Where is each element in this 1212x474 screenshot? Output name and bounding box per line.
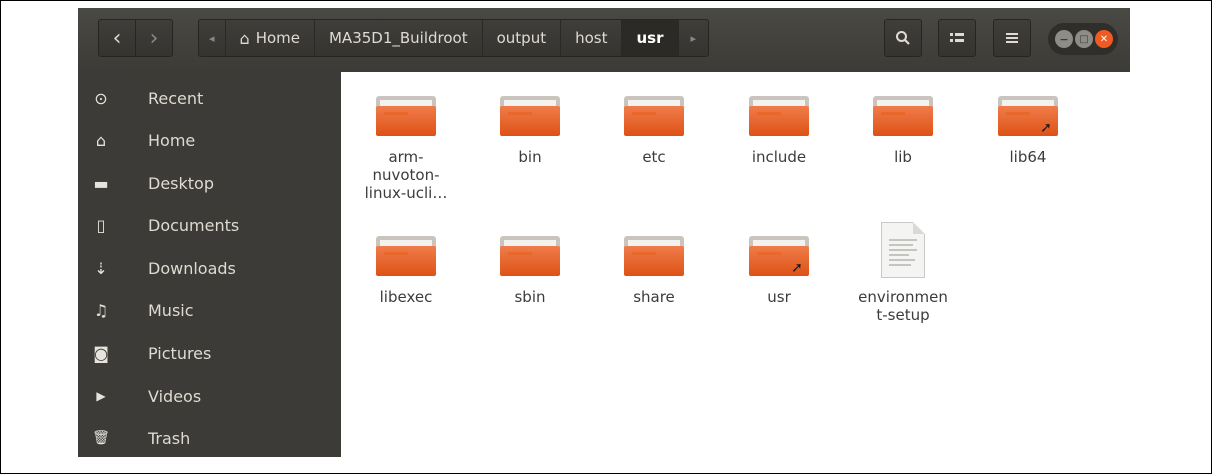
- breadcrumb-label: usr: [636, 29, 664, 47]
- maximize-icon: □: [1079, 33, 1089, 45]
- file-label: include: [751, 148, 807, 166]
- breadcrumb-right-arrow[interactable]: ▸: [679, 20, 709, 56]
- downloads-icon: ⇣: [94, 258, 108, 278]
- breadcrumb-left-arrow[interactable]: ◂: [199, 20, 226, 56]
- file-item-include[interactable]: include: [724, 96, 834, 166]
- documents-icon: ▯: [96, 215, 106, 235]
- file-item-share[interactable]: share: [599, 236, 709, 306]
- desktop-icon: ▬: [93, 173, 109, 193]
- close-button[interactable]: ✕: [1095, 30, 1113, 48]
- file-label: etc: [642, 148, 666, 166]
- sidebar-item-label: Videos: [148, 386, 202, 406]
- file-item-etc[interactable]: etc: [599, 96, 709, 166]
- breadcrumb: ◂ ⌂ Home MA35D1_Buildroot output host us…: [198, 19, 710, 57]
- folder-icon: [873, 96, 933, 136]
- breadcrumb-usr[interactable]: usr: [622, 20, 679, 56]
- file-item-sbin[interactable]: sbin: [475, 236, 585, 306]
- folder-icon: [376, 96, 436, 136]
- menu-button[interactable]: [993, 19, 1031, 57]
- back-button[interactable]: ‹: [98, 19, 136, 57]
- breadcrumb-label: host: [575, 29, 608, 47]
- folder-symlink-icon: ➚: [998, 96, 1058, 136]
- file-item-bin[interactable]: bin: [475, 96, 585, 166]
- list-view-icon: [950, 33, 964, 42]
- text-file-icon: [881, 222, 925, 278]
- breadcrumb-label: Home: [255, 29, 300, 47]
- sidebar-item-home[interactable]: ⌂ Home: [78, 119, 341, 161]
- file-item-lib[interactable]: lib: [848, 96, 958, 166]
- sidebar-item-recent[interactable]: ⊙ Recent: [78, 77, 341, 119]
- left-arrow-icon: ◂: [209, 31, 215, 45]
- maximize-button[interactable]: □: [1075, 30, 1093, 48]
- symlink-arrow-icon: ➚: [1040, 120, 1052, 136]
- videos-icon: ▶: [96, 389, 106, 403]
- sidebar-item-label: Pictures: [148, 343, 212, 363]
- sidebar-item-videos[interactable]: ▶ Videos: [78, 375, 341, 417]
- home-icon: ⌂: [95, 130, 107, 150]
- sidebar-item-label: Home: [148, 130, 196, 150]
- recent-icon: ⊙: [94, 88, 108, 108]
- view-toggle-button[interactable]: [938, 19, 976, 57]
- file-item-lib64[interactable]: ➚ lib64: [973, 96, 1083, 166]
- hamburger-menu-icon: [1006, 33, 1018, 43]
- file-item-usr[interactable]: ➚ usr: [724, 236, 834, 306]
- file-label: arm- nuvoton- linux-ucli…: [364, 148, 448, 202]
- minimize-button[interactable]: −: [1055, 30, 1073, 48]
- sidebar-item-music[interactable]: ♫ Music: [78, 289, 341, 331]
- sidebar-item-label: Recent: [148, 88, 204, 108]
- folder-icon: [624, 236, 684, 276]
- breadcrumb-label: output: [496, 29, 547, 47]
- sidebar-item-documents[interactable]: ▯ Documents: [78, 204, 341, 246]
- file-label: usr: [767, 288, 791, 306]
- symlink-arrow-icon: ➚: [791, 260, 803, 276]
- sidebar: ⊙ Recent ⌂ Home ▬ Desktop ▯ Documents ⇣ …: [78, 72, 341, 457]
- sidebar-item-pictures[interactable]: ◙ Pictures: [78, 332, 341, 374]
- search-icon: [896, 31, 910, 45]
- sidebar-item-label: Desktop: [148, 173, 214, 193]
- header-bar: ‹ › ◂ ⌂ Home MA35D1_Buildroot output hos…: [78, 8, 1130, 72]
- folder-icon: [624, 96, 684, 136]
- file-manager-window: ‹ › ◂ ⌂ Home MA35D1_Buildroot output hos…: [78, 8, 1130, 457]
- file-item-arm-nuvoton-linux[interactable]: arm- nuvoton- linux-ucli…: [351, 96, 461, 202]
- file-label: bin: [518, 148, 542, 166]
- file-label: share: [633, 288, 675, 306]
- file-item-environment-setup[interactable]: environmen t-setup: [848, 222, 958, 324]
- breadcrumb-host[interactable]: host: [561, 20, 623, 56]
- breadcrumb-home[interactable]: ⌂ Home: [226, 20, 315, 56]
- search-button[interactable]: [884, 19, 922, 57]
- forward-button[interactable]: ›: [135, 19, 173, 57]
- folder-icon: [749, 96, 809, 136]
- folder-symlink-icon: ➚: [749, 236, 809, 276]
- music-icon: ♫: [93, 300, 109, 320]
- file-label: libexec: [379, 288, 433, 306]
- file-item-libexec[interactable]: libexec: [351, 236, 461, 306]
- home-icon: ⌂: [239, 28, 250, 48]
- sidebar-item-label: Downloads: [148, 258, 236, 278]
- folder-icon: [376, 236, 436, 276]
- file-view: arm- nuvoton- linux-ucli… bin etc includ…: [341, 72, 1130, 457]
- close-icon: ✕: [1099, 33, 1109, 45]
- trash-icon: 🗑: [92, 430, 110, 446]
- forward-icon: ›: [149, 25, 159, 51]
- sidebar-item-label: Documents: [148, 215, 240, 235]
- file-label: environmen t-setup: [858, 288, 948, 324]
- sidebar-item-downloads[interactable]: ⇣ Downloads: [78, 247, 341, 289]
- right-arrow-icon: ▸: [690, 31, 697, 45]
- sidebar-item-trash[interactable]: 🗑 Trash: [78, 417, 341, 457]
- folder-icon: [500, 236, 560, 276]
- folder-icon: [500, 96, 560, 136]
- file-label: lib64: [1009, 148, 1047, 166]
- pictures-icon: ◙: [93, 343, 109, 363]
- sidebar-item-label: Music: [148, 300, 194, 320]
- minimize-icon: −: [1059, 32, 1069, 46]
- file-label: sbin: [514, 288, 546, 306]
- breadcrumb-label: MA35D1_Buildroot: [328, 29, 468, 47]
- breadcrumb-ma35d1-buildroot[interactable]: MA35D1_Buildroot: [315, 20, 483, 56]
- back-icon: ‹: [112, 25, 122, 51]
- file-label: lib: [894, 148, 912, 166]
- sidebar-item-desktop[interactable]: ▬ Desktop: [78, 162, 341, 204]
- sidebar-item-label: Trash: [148, 428, 191, 448]
- breadcrumb-output[interactable]: output: [483, 20, 562, 56]
